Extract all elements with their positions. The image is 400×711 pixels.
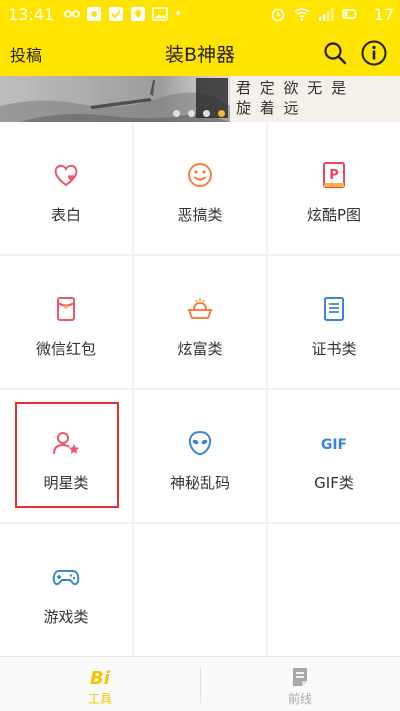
battery-level: 17 <box>373 5 394 24</box>
grid-item-certificate[interactable]: 证书类 <box>268 256 400 388</box>
info-icon[interactable] <box>360 39 388 67</box>
grid-item-games[interactable]: 游戏类 <box>0 524 132 656</box>
app-notification-icon-2 <box>109 7 123 21</box>
grid-item-label: 游戏类 <box>43 608 89 626</box>
signal-icon <box>319 8 334 21</box>
grid-empty-cell <box>268 524 400 656</box>
grid-item-label: 炫酷P图 <box>306 206 362 224</box>
grid-item-label: 证书类 <box>311 340 357 358</box>
wifi-icon <box>294 8 310 21</box>
bi-tools-icon: Bi <box>90 668 111 689</box>
tab-frontline-label: 前线 <box>287 692 312 706</box>
heart-icon <box>54 164 78 187</box>
certificate-icon <box>324 297 344 321</box>
map-notification-icon <box>131 7 145 21</box>
banner-poem: 君 定 欲 无 是 旋 着 远 <box>236 78 348 118</box>
carousel-dot-active[interactable] <box>218 110 225 117</box>
image-notification-icon <box>152 7 168 21</box>
grid-item-label: 恶搞类 <box>177 206 223 224</box>
app-notification-icon <box>87 7 101 21</box>
status-bar: 13:41 • 17 <box>0 0 400 30</box>
svg-text:P: P <box>329 168 339 183</box>
carousel-dot[interactable] <box>173 110 180 117</box>
app-screen: 13:41 • 17 投稿 装B神器 君 定 欲 无 是 旋 着 远 表白 恶搞… <box>0 0 400 711</box>
grid-empty-cell <box>134 524 266 656</box>
banner-carousel[interactable]: 君 定 欲 无 是 旋 着 远 <box>0 76 400 122</box>
banner-poem-line-1: 君 定 欲 无 是 <box>236 79 349 97</box>
carousel-dot[interactable] <box>203 110 210 117</box>
svg-text:GIF: GIF <box>321 437 347 453</box>
tab-tools-label: 工具 <box>87 692 112 706</box>
tool-grid: 表白 恶搞类 P 炫酷P图 微信红包 炫富类 证书类 明星类 神秘乱码 GIF … <box>0 122 400 656</box>
more-notifications-icon: • <box>174 6 183 22</box>
tab-frontline[interactable]: 前线 <box>200 657 400 711</box>
status-time: 13:41 <box>8 5 55 24</box>
battery-icon <box>342 9 357 19</box>
grid-item-label: 表白 <box>50 206 81 224</box>
gif-icon: GIF <box>321 437 347 453</box>
infinity-icon <box>64 10 80 18</box>
grid-item-label: GIF类 <box>314 474 354 492</box>
notification-icons: • <box>64 6 182 22</box>
grid-item-cool-photo[interactable]: P 炫酷P图 <box>268 122 400 254</box>
grid-item-prank[interactable]: 恶搞类 <box>134 122 266 254</box>
grid-item-wechat-red-packet[interactable]: 微信红包 <box>0 256 132 388</box>
grid-item-mystery-code[interactable]: 神秘乱码 <box>134 390 266 522</box>
alien-icon <box>188 430 212 456</box>
gamepad-icon <box>52 570 80 586</box>
grid-item-gif[interactable]: GIF GIF类 <box>268 390 400 522</box>
banner-poem-line-2: 旋 着 远 <box>236 99 301 117</box>
svg-text:Bi: Bi <box>90 668 111 689</box>
carousel-dot[interactable] <box>188 110 195 117</box>
p-photo-icon: P <box>323 162 345 188</box>
grid-item-confession[interactable]: 表白 <box>0 122 132 254</box>
grid-item-celebrity[interactable]: 明星类 <box>0 390 132 522</box>
bottom-navigation: Bi 工具 前线 <box>0 656 400 711</box>
red-packet-icon <box>57 297 75 321</box>
tab-tools[interactable]: Bi 工具 <box>0 657 200 711</box>
grid-item-label: 炫富类 <box>177 340 223 358</box>
app-header: 投稿 装B神器 <box>0 30 400 76</box>
grid-item-label: 微信红包 <box>35 340 96 358</box>
star-person-icon <box>53 432 80 455</box>
search-icon[interactable] <box>322 40 348 66</box>
submit-button[interactable]: 投稿 <box>10 42 42 66</box>
document-icon <box>293 668 307 686</box>
gold-ingot-icon <box>187 298 213 319</box>
grid-item-show-wealth[interactable]: 炫富类 <box>134 256 266 388</box>
system-icons <box>270 6 358 22</box>
grid-item-label: 明星类 <box>43 474 89 492</box>
funny-face-icon <box>188 163 212 187</box>
grid-item-label: 神秘乱码 <box>169 474 230 492</box>
alarm-icon <box>271 8 285 22</box>
